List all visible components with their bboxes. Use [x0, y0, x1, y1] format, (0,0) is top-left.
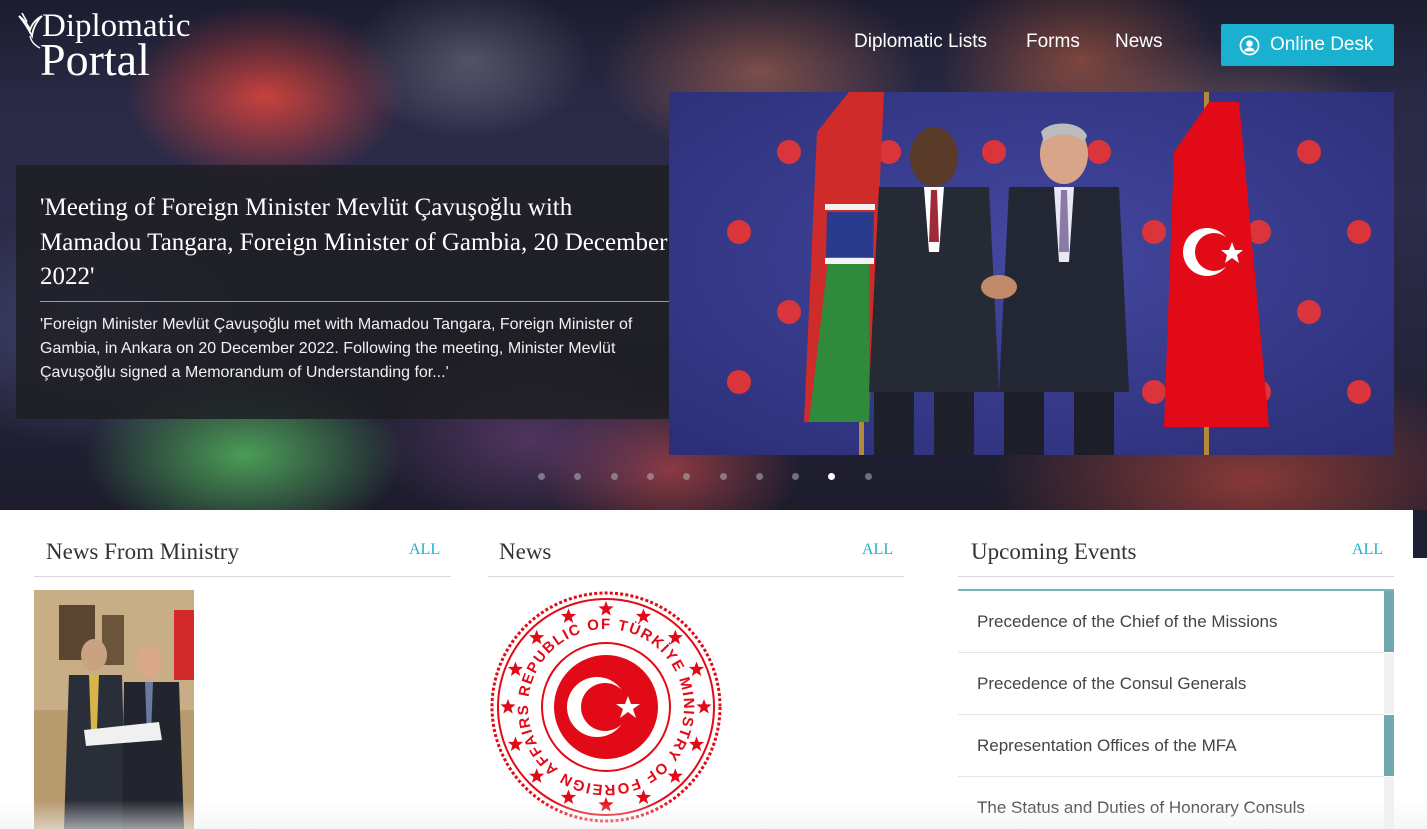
nav-forms[interactable]: Forms [1026, 30, 1080, 54]
ministry-seal-logo: REPUBLIC OF TÜRKİYE MINISTRY OF FOREIGN … [490, 591, 722, 823]
ministry-news-thumbnail[interactable] [34, 590, 194, 829]
slider-dot[interactable] [719, 473, 727, 480]
page-edge-strip [1413, 510, 1427, 558]
hero-caption[interactable]: 'Meeting of Foreign Minister Mevlüt Çavu… [16, 165, 705, 419]
slider-dots [0, 473, 1427, 483]
event-item[interactable]: Precedence of the Chief of the Missions [958, 591, 1384, 653]
online-desk-label: Online Desk [1270, 34, 1374, 55]
nav-news[interactable]: News [1115, 30, 1163, 54]
event-marker [1384, 715, 1394, 776]
events-all-link[interactable]: ALL [1352, 541, 1383, 559]
event-item[interactable]: Representation Offices of the MFA [958, 715, 1384, 777]
slider-dot[interactable] [828, 473, 836, 480]
events-rule [958, 576, 1394, 577]
event-marker [1384, 591, 1394, 652]
caption-divider [40, 300, 681, 302]
bottom-fade [0, 800, 1427, 829]
news-title: News [499, 539, 552, 564]
hero-photo[interactable] [669, 92, 1394, 455]
slider-dot[interactable] [755, 473, 763, 480]
slider-dot[interactable] [864, 473, 872, 480]
hero-summary: 'Foreign Minister Mevlüt Çavuşoğlu met w… [40, 315, 633, 381]
online-desk-button[interactable]: Online Desk [1221, 24, 1394, 66]
events-title: Upcoming Events [971, 539, 1137, 564]
meeting-photo-illustration [669, 92, 1394, 455]
slider-dot[interactable] [574, 473, 582, 480]
user-circle-icon [1239, 35, 1260, 55]
events-list: Precedence of the Chief of the Missions … [958, 589, 1394, 829]
hero-title[interactable]: 'Meeting of Foreign Minister Mevlüt Çavu… [40, 191, 670, 295]
slider-dot[interactable] [683, 473, 691, 480]
event-item[interactable]: Precedence of the Consul Generals [958, 653, 1384, 715]
slider-dot[interactable] [610, 473, 618, 480]
ministry-news-all-link[interactable]: ALL [409, 541, 440, 559]
ministry-news-photo [34, 590, 194, 829]
slider-dot[interactable] [538, 473, 545, 480]
logo-line2: Portal [40, 34, 150, 85]
slider-dot[interactable] [646, 473, 654, 480]
hero-slider: Diplomatic Portal Diplomatic Lists Forms… [0, 0, 1427, 510]
news-thumbnail[interactable]: REPUBLIC OF TÜRKİYE MINISTRY OF FOREIGN … [489, 590, 723, 824]
ministry-news-rule [34, 576, 451, 577]
news-all-link[interactable]: ALL [862, 541, 893, 559]
news-rule [488, 576, 904, 577]
event-marker [1384, 653, 1394, 714]
site-logo[interactable]: Diplomatic Portal [16, 6, 206, 84]
ministry-news-title: News From Ministry [46, 539, 239, 564]
nav-diplomatic-lists[interactable]: Diplomatic Lists [854, 30, 987, 54]
slider-dot[interactable] [792, 473, 800, 480]
